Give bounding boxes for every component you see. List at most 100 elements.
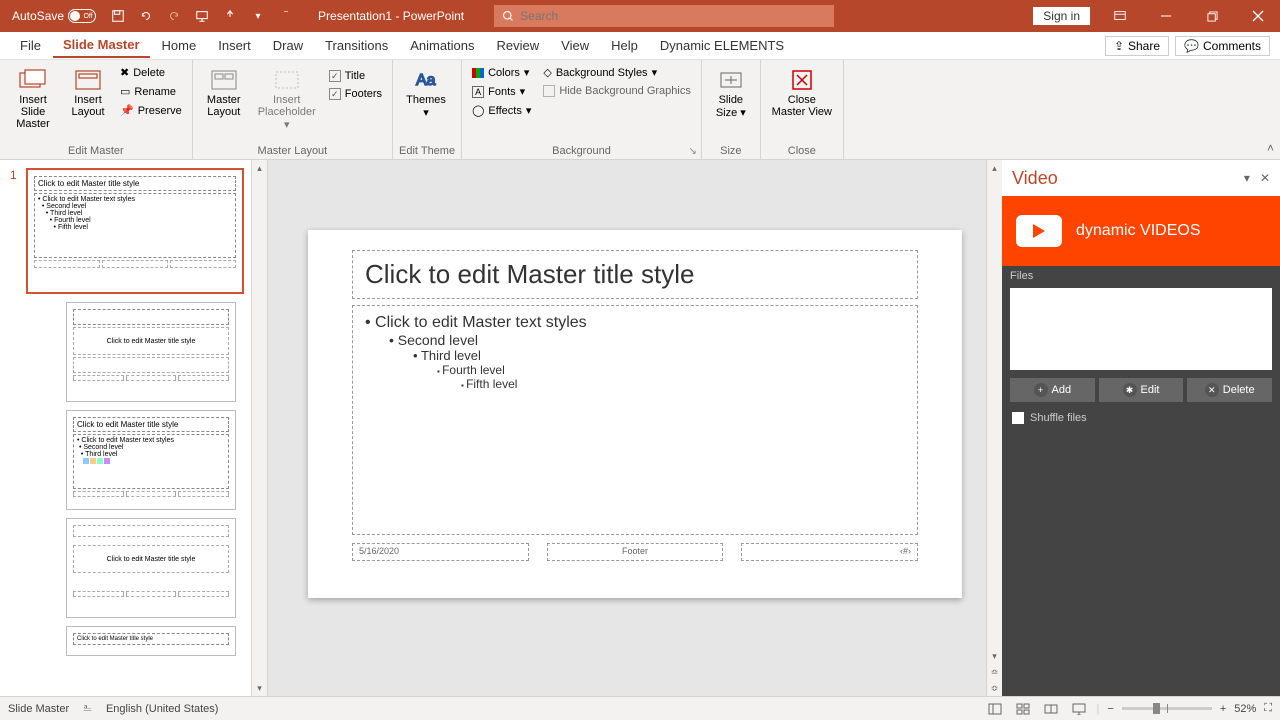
footers-checkbox[interactable]: ✓Footers <box>325 86 386 102</box>
add-button[interactable]: +Add <box>1010 378 1095 402</box>
canvas-area: Click to edit Master title style Click t… <box>268 160 1002 696</box>
tab-home[interactable]: Home <box>152 34 207 57</box>
reading-view-icon[interactable] <box>1041 701 1061 717</box>
share-button[interactable]: ⇪Share <box>1105 36 1169 56</box>
close-icon[interactable] <box>1236 0 1280 32</box>
tab-animations[interactable]: Animations <box>400 34 484 57</box>
effects-button[interactable]: ◯Effects ▾ <box>468 102 535 119</box>
present-icon[interactable] <box>190 4 214 28</box>
hide-bg-checkbox[interactable]: Hide Background Graphics <box>539 83 694 99</box>
prev-slide-icon[interactable]: ≏ <box>987 664 1002 680</box>
scroll-down-icon[interactable]: ▾ <box>987 648 1002 664</box>
zoom-out-button[interactable]: − <box>1107 703 1113 715</box>
fit-window-icon[interactable]: ⛶ <box>1264 702 1272 715</box>
undo-icon[interactable] <box>134 4 158 28</box>
insert-placeholder-button[interactable]: Insert Placeholder ▾ <box>253 64 321 135</box>
qat-dropdown-icon[interactable]: ▾ <box>246 4 270 28</box>
scroll-up-icon[interactable]: ▴ <box>252 160 267 176</box>
delete-button[interactable]: ✖Delete <box>116 64 186 81</box>
group-label: Background <box>468 143 695 157</box>
video-banner: dynamic VIDEOS <box>1002 196 1280 266</box>
close-master-button[interactable]: Close Master View <box>767 64 837 122</box>
next-slide-icon[interactable]: ≎ <box>987 680 1002 696</box>
save-icon[interactable] <box>106 4 130 28</box>
layout-thumbnail[interactable]: Click to edit Master title style <box>66 626 236 656</box>
youtube-icon <box>1016 215 1062 247</box>
redo-icon[interactable] <box>162 4 186 28</box>
tab-file[interactable]: File <box>10 34 51 57</box>
scroll-up-icon[interactable]: ▴ <box>987 160 1002 176</box>
slide-size-button[interactable]: Slide Size ▾ <box>708 64 754 123</box>
group-edit-theme: AaThemes▾ Edit Theme <box>393 60 462 159</box>
autosave-toggle[interactable]: AutoSave Off <box>6 7 102 25</box>
themes-button[interactable]: AaThemes▾ <box>399 64 453 123</box>
master-layout-button[interactable]: Master Layout <box>199 64 249 122</box>
touch-mode-icon[interactable] <box>218 4 242 28</box>
title-placeholder[interactable]: Click to edit Master title style <box>352 250 918 299</box>
layout-thumbnail[interactable]: Click to edit Master title style • Click… <box>66 410 236 510</box>
minimize-icon[interactable] <box>1144 0 1188 32</box>
edit-button[interactable]: ✱Edit <box>1099 378 1184 402</box>
fonts-button[interactable]: AFonts ▾ <box>468 83 535 100</box>
slideshow-view-icon[interactable] <box>1069 701 1089 717</box>
layout-thumbnail[interactable]: Click to edit Master title style <box>66 302 236 402</box>
delete-icon: ✖ <box>120 66 129 79</box>
checkbox-icon: ✓ <box>329 88 341 100</box>
layout-thumbnail[interactable]: Click to edit Master title style <box>66 518 236 618</box>
maximize-icon[interactable] <box>1190 0 1234 32</box>
search-box[interactable] <box>494 5 834 27</box>
dialog-launcher-icon[interactable]: ↘ <box>688 146 696 157</box>
language-label[interactable]: English (United States) <box>106 703 219 715</box>
checkbox-icon <box>543 85 555 97</box>
signin-button[interactable]: Sign in <box>1033 7 1090 25</box>
comments-button[interactable]: 💬Comments <box>1175 36 1270 56</box>
slide-canvas[interactable]: Click to edit Master title style Click t… <box>308 230 962 598</box>
search-icon <box>502 10 514 22</box>
zoom-level[interactable]: 52% <box>1234 703 1256 715</box>
ribbon-display-icon[interactable] <box>1098 0 1142 32</box>
delete-button[interactable]: ✕Delete <box>1187 378 1272 402</box>
files-label: Files <box>1002 266 1280 284</box>
pane-close-icon[interactable]: ✕ <box>1260 171 1270 185</box>
tab-draw[interactable]: Draw <box>263 34 313 57</box>
rename-button[interactable]: ▭Rename <box>116 83 186 100</box>
insert-slide-master-button[interactable]: Insert Slide Master <box>6 64 60 134</box>
x-icon: ✕ <box>1205 383 1219 397</box>
tab-insert[interactable]: Insert <box>208 34 261 57</box>
video-pane: Video ▾ ✕ dynamic VIDEOS Files +Add ✱Edi… <box>1002 160 1280 696</box>
date-placeholder[interactable]: 5/16/2020 <box>352 543 529 561</box>
sorter-view-icon[interactable] <box>1013 701 1033 717</box>
preserve-button[interactable]: 📌Preserve <box>116 102 186 119</box>
files-listbox[interactable] <box>1010 288 1272 370</box>
qat-more-icon[interactable]: ‾ <box>274 4 298 28</box>
bg-styles-button[interactable]: ◇Background Styles ▾ <box>539 64 694 81</box>
footer-placeholder[interactable]: Footer <box>547 543 724 561</box>
scroll-down-icon[interactable]: ▾ <box>252 680 267 696</box>
zoom-in-button[interactable]: + <box>1220 703 1226 715</box>
search-input[interactable] <box>520 9 826 23</box>
normal-view-icon[interactable] <box>985 701 1005 717</box>
thumb-scrollbar[interactable]: ▴ ▾ <box>251 160 267 696</box>
tab-slide-master[interactable]: Slide Master <box>53 33 150 58</box>
master-thumbnail[interactable]: Click to edit Master title style • Click… <box>26 168 244 294</box>
pane-options-icon[interactable]: ▾ <box>1244 171 1250 185</box>
tab-view[interactable]: View <box>551 34 599 57</box>
colors-icon <box>472 68 484 78</box>
tab-help[interactable]: Help <box>601 34 648 57</box>
title-checkbox[interactable]: ✓Title <box>325 68 386 84</box>
zoom-slider[interactable] <box>1122 707 1212 710</box>
effects-icon: ◯ <box>472 104 484 117</box>
tab-review[interactable]: Review <box>487 34 550 57</box>
shuffle-checkbox[interactable]: Shuffle files <box>1002 402 1280 434</box>
insert-layout-button[interactable]: Insert Layout <box>64 64 112 122</box>
page-number-placeholder[interactable]: ‹#› <box>741 543 918 561</box>
body-placeholder[interactable]: Click to edit Master text styles Second … <box>352 305 918 535</box>
tab-transitions[interactable]: Transitions <box>315 34 398 57</box>
group-master-layout: Master Layout Insert Placeholder ▾ ✓Titl… <box>193 60 393 159</box>
colors-button[interactable]: Colors ▾ <box>468 64 535 81</box>
collapse-ribbon-icon[interactable]: ˄ <box>1267 141 1274 155</box>
video-pane-title: Video <box>1012 168 1058 189</box>
tab-dynamic-elements[interactable]: Dynamic ELEMENTS <box>650 34 794 57</box>
spellcheck-icon[interactable]: ⎁ <box>83 702 92 715</box>
canvas-scrollbar[interactable]: ▴ ▾ ≏ ≎ <box>986 160 1002 696</box>
